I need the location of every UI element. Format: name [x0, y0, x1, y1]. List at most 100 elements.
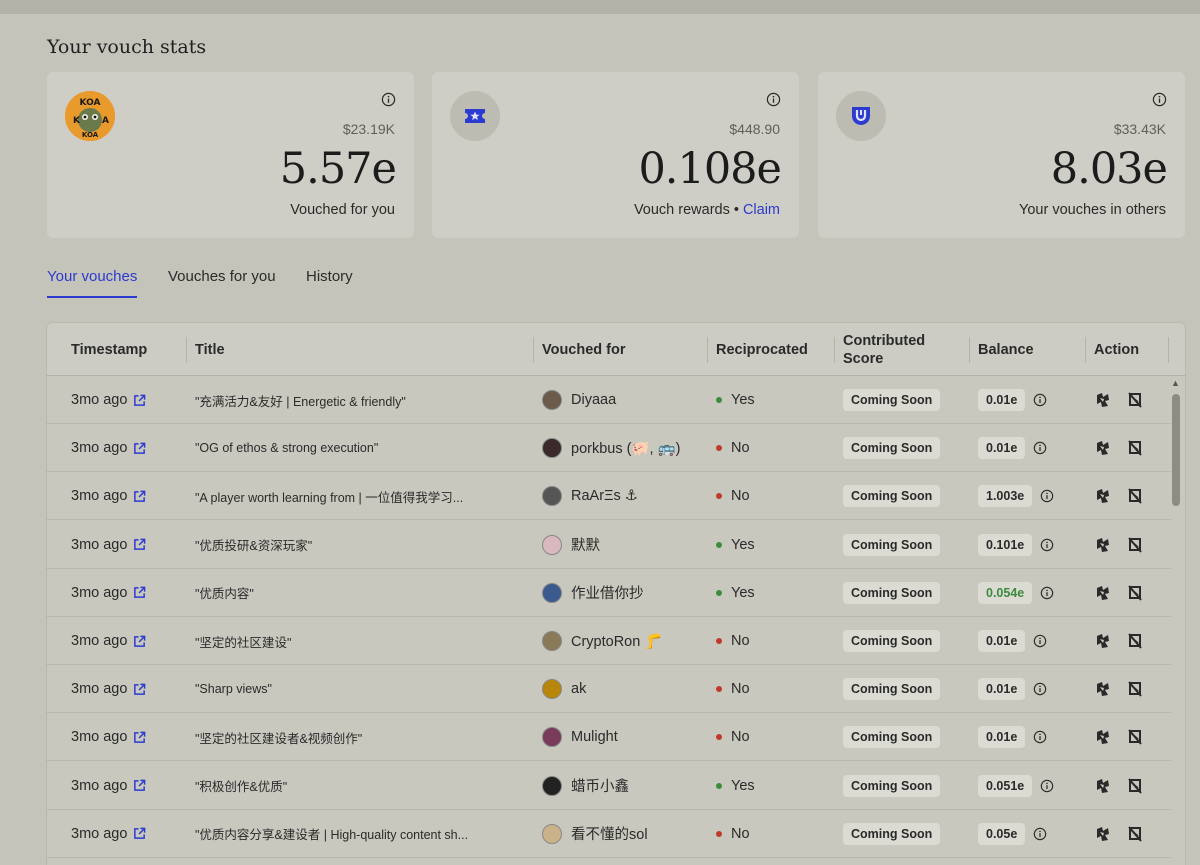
- user-name[interactable]: porkbus (🐖, 🚌): [571, 440, 680, 457]
- balance-value: 0.01e: [978, 726, 1026, 749]
- info-icon[interactable]: [1033, 682, 1047, 696]
- user-name[interactable]: Diyaaa: [571, 392, 616, 408]
- user-name[interactable]: ak: [571, 681, 586, 697]
- unvouch-icon[interactable]: [1126, 439, 1144, 457]
- unvouch-icon[interactable]: [1126, 536, 1144, 554]
- timestamp-cell: 3mo ago: [71, 810, 146, 858]
- user-name[interactable]: Mulight: [571, 729, 618, 745]
- vouched-for-cell[interactable]: porkbus (🐖, 🚌): [542, 424, 680, 472]
- user-name[interactable]: 默默: [571, 534, 600, 555]
- svg-text:KOA: KOA: [80, 98, 101, 108]
- info-icon[interactable]: [1033, 393, 1047, 407]
- info-icon[interactable]: [1033, 441, 1047, 455]
- card-label: Your vouches in others: [1019, 202, 1166, 218]
- balance-value: 1.003e: [978, 485, 1033, 508]
- vouched-for-cell[interactable]: ak: [542, 665, 586, 713]
- column-header-action[interactable]: Action: [1094, 323, 1139, 376]
- tab-history[interactable]: History: [306, 268, 353, 298]
- column-header-balance[interactable]: Balance: [978, 323, 1034, 376]
- external-link-icon[interactable]: [133, 490, 146, 503]
- info-icon[interactable]: [1040, 489, 1054, 503]
- avatar: [542, 438, 562, 459]
- coming-soon-badge: Coming Soon: [843, 678, 941, 701]
- vouched-for-cell[interactable]: Diyaaa: [542, 376, 616, 424]
- avatar: [542, 727, 562, 748]
- vouched-for-cell[interactable]: Mulight: [542, 713, 618, 761]
- unvouch-icon[interactable]: [1126, 487, 1144, 505]
- column-header-title[interactable]: Title: [195, 323, 225, 376]
- vouch-more-icon[interactable]: [1094, 632, 1112, 650]
- external-link-icon[interactable]: [133, 827, 146, 840]
- vouch-more-icon[interactable]: [1094, 391, 1112, 409]
- vouched-for-cell[interactable]: RaArΞs ⚓: [542, 472, 638, 520]
- user-name[interactable]: CryptoRon 🦵: [571, 633, 662, 650]
- unvouch-icon[interactable]: [1126, 728, 1144, 746]
- external-link-icon[interactable]: [133, 394, 146, 407]
- info-icon[interactable]: [1033, 634, 1047, 648]
- tab-vouches-for-you[interactable]: Vouches for you: [168, 268, 276, 298]
- avatar: [542, 582, 562, 603]
- vouched-for-cell[interactable]: 作业借你抄: [542, 569, 644, 617]
- external-link-icon[interactable]: [133, 586, 146, 599]
- external-link-icon[interactable]: [133, 635, 146, 648]
- info-icon[interactable]: [381, 92, 396, 107]
- stat-card-vouch-rewards: $448.90 0.108e Vouch rewards • Claim: [432, 72, 799, 238]
- vouch-more-icon[interactable]: [1094, 680, 1112, 698]
- unvouch-icon[interactable]: [1126, 391, 1144, 409]
- unvouch-icon[interactable]: [1126, 584, 1144, 602]
- scroll-thumb[interactable]: [1172, 394, 1180, 506]
- unvouch-icon[interactable]: [1126, 777, 1144, 795]
- user-name[interactable]: 蜡币小鑫: [571, 775, 629, 796]
- usd-value: $23.19K: [342, 121, 395, 137]
- timestamp: 3mo ago: [71, 488, 128, 505]
- user-name[interactable]: 作业借你抄: [571, 582, 644, 603]
- column-header-timestamp[interactable]: Timestamp: [71, 323, 147, 376]
- external-link-icon[interactable]: [133, 731, 146, 744]
- column-header-contributed-score[interactable]: Contributed Score: [843, 323, 953, 376]
- vouched-for-cell[interactable]: 默默: [542, 521, 600, 569]
- vouch-more-icon[interactable]: [1094, 487, 1112, 505]
- vouch-more-icon[interactable]: [1094, 584, 1112, 602]
- external-link-icon[interactable]: [133, 683, 146, 696]
- vouched-for-cell[interactable]: 看不懂的sol: [542, 810, 648, 858]
- vouched-for-cell[interactable]: CryptoRon 🦵: [542, 617, 662, 665]
- vouched-for-cell[interactable]: 蜡币小鑫: [542, 762, 629, 810]
- user-name[interactable]: 看不懂的sol: [571, 823, 648, 844]
- info-icon[interactable]: [1040, 538, 1054, 552]
- timestamp: 3mo ago: [71, 440, 128, 457]
- vouch-more-icon[interactable]: [1094, 439, 1112, 457]
- unvouch-icon[interactable]: [1126, 825, 1144, 843]
- unvouch-icon[interactable]: [1126, 680, 1144, 698]
- vertical-scrollbar[interactable]: ▲: [1170, 378, 1182, 865]
- timestamp-cell: 3mo ago: [71, 617, 146, 665]
- scroll-up-arrow-icon[interactable]: ▲: [1171, 378, 1180, 388]
- coming-soon-badge: Coming Soon: [843, 581, 941, 604]
- external-link-icon[interactable]: [133, 442, 146, 455]
- info-icon[interactable]: [766, 92, 781, 107]
- action-cell: [1094, 665, 1158, 713]
- external-link-icon[interactable]: [133, 538, 146, 551]
- column-header-vouched-for[interactable]: Vouched for: [542, 323, 626, 376]
- info-icon[interactable]: [1152, 92, 1167, 107]
- info-icon[interactable]: [1033, 730, 1047, 744]
- vouch-more-icon[interactable]: [1094, 777, 1112, 795]
- info-icon[interactable]: [1040, 779, 1054, 793]
- vouch-rewards-label: Vouch rewards: [633, 202, 730, 218]
- timestamp-cell: 3mo ago: [71, 569, 146, 617]
- balance-value: 0.01e: [978, 630, 1026, 652]
- ethos-shield-icon: [836, 91, 886, 141]
- info-icon[interactable]: [1040, 586, 1054, 600]
- column-divider: [1168, 337, 1169, 363]
- vouch-more-icon[interactable]: [1094, 825, 1112, 843]
- external-link-icon[interactable]: [133, 779, 146, 792]
- user-name[interactable]: RaArΞs ⚓: [571, 488, 638, 504]
- stat-card-your-vouches: $33.43K 8.03e Your vouches in others: [818, 72, 1185, 238]
- vouch-more-icon[interactable]: [1094, 536, 1112, 554]
- contributed-score-cell: Coming Soon: [843, 472, 941, 520]
- vouch-more-icon[interactable]: [1094, 728, 1112, 746]
- info-icon[interactable]: [1033, 827, 1047, 841]
- tab-your-vouches[interactable]: Your vouches: [47, 268, 138, 298]
- unvouch-icon[interactable]: [1126, 632, 1144, 650]
- claim-link[interactable]: Claim: [743, 202, 780, 218]
- column-header-reciprocated[interactable]: Reciprocated: [716, 323, 808, 376]
